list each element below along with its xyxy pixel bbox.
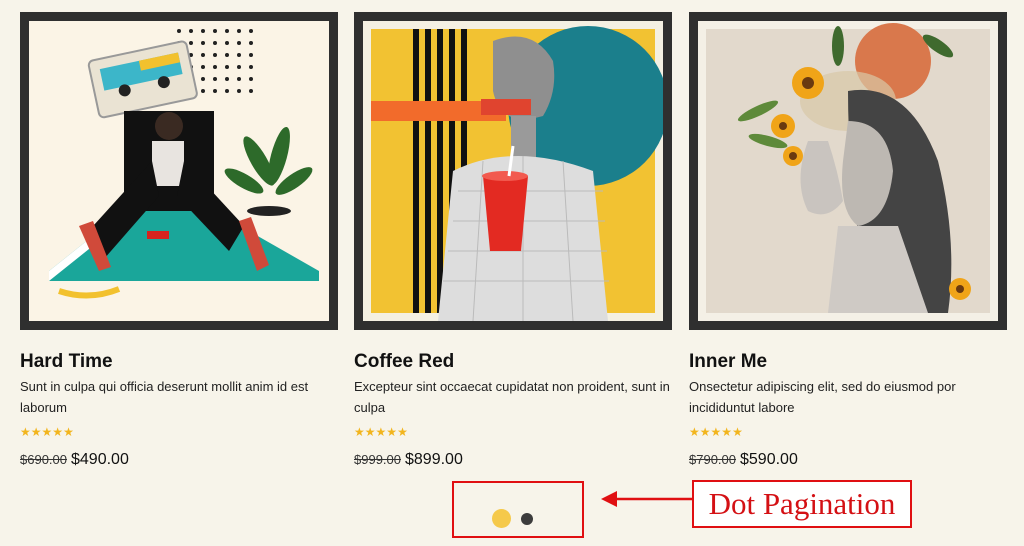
product-card[interactable]: Coffee Red Excepteur sint occaecat cupid…: [354, 12, 672, 471]
product-description: Sunt in culpa qui officia deserunt molli…: [20, 379, 309, 415]
old-price: $999.00: [354, 452, 401, 467]
star-icon: ★: [397, 425, 408, 439]
collage-cassette-woman-plant-icon: [29, 21, 329, 321]
star-icon: ★: [364, 425, 376, 439]
current-price: $590.00: [740, 451, 798, 468]
rating-stars: ★★★★★: [20, 425, 338, 439]
product-image[interactable]: [354, 12, 672, 330]
star-icon: ★: [41, 425, 53, 439]
star-icon: ★: [689, 425, 700, 439]
product-description: Excepteur sint occaecat cupidatat non pr…: [354, 379, 670, 415]
product-image[interactable]: [20, 12, 338, 330]
product-card[interactable]: Hard Time Sunt in culpa qui officia dese…: [20, 12, 338, 471]
product-card[interactable]: Inner Me Onsectetur adipiscing elit, sed…: [689, 12, 1007, 471]
collage-woman-flowers-icon: [698, 21, 998, 321]
annotation-label: Dot Pagination: [692, 480, 912, 528]
star-icon: ★: [732, 425, 743, 439]
pagination-dot[interactable]: [521, 513, 533, 525]
price-row: $790.00 $590.00: [689, 449, 1007, 471]
product-description: Onsectetur adipiscing elit, sed do eiusm…: [689, 379, 956, 415]
star-icon: ★: [354, 425, 365, 439]
star-icon: ★: [386, 425, 398, 439]
star-icon: ★: [721, 425, 733, 439]
price-row: $690.00 $490.00: [20, 449, 338, 471]
product-title[interactable]: Coffee Red: [354, 350, 672, 374]
collage-statue-red-cup-icon: [363, 21, 663, 321]
price-row: $999.00 $899.00: [354, 449, 672, 471]
star-icon: ★: [710, 425, 722, 439]
old-price: $690.00: [20, 452, 67, 467]
product-image[interactable]: [689, 12, 1007, 330]
current-price: $490.00: [71, 451, 129, 468]
star-icon: ★: [699, 425, 711, 439]
pagination-dot-active[interactable]: [492, 509, 511, 528]
star-icon: ★: [52, 425, 64, 439]
product-title[interactable]: Inner Me: [689, 350, 1007, 374]
product-title[interactable]: Hard Time: [20, 350, 338, 374]
rating-stars: ★★★★★: [689, 425, 1007, 439]
rating-stars: ★★★★★: [354, 425, 672, 439]
star-icon: ★: [30, 425, 42, 439]
pagination-highlight-box: [452, 481, 584, 538]
current-price: $899.00: [405, 451, 463, 468]
old-price: $790.00: [689, 452, 736, 467]
star-icon: ★: [20, 425, 31, 439]
star-icon: ★: [63, 425, 74, 439]
arrow-left-icon: [601, 491, 693, 507]
star-icon: ★: [375, 425, 387, 439]
